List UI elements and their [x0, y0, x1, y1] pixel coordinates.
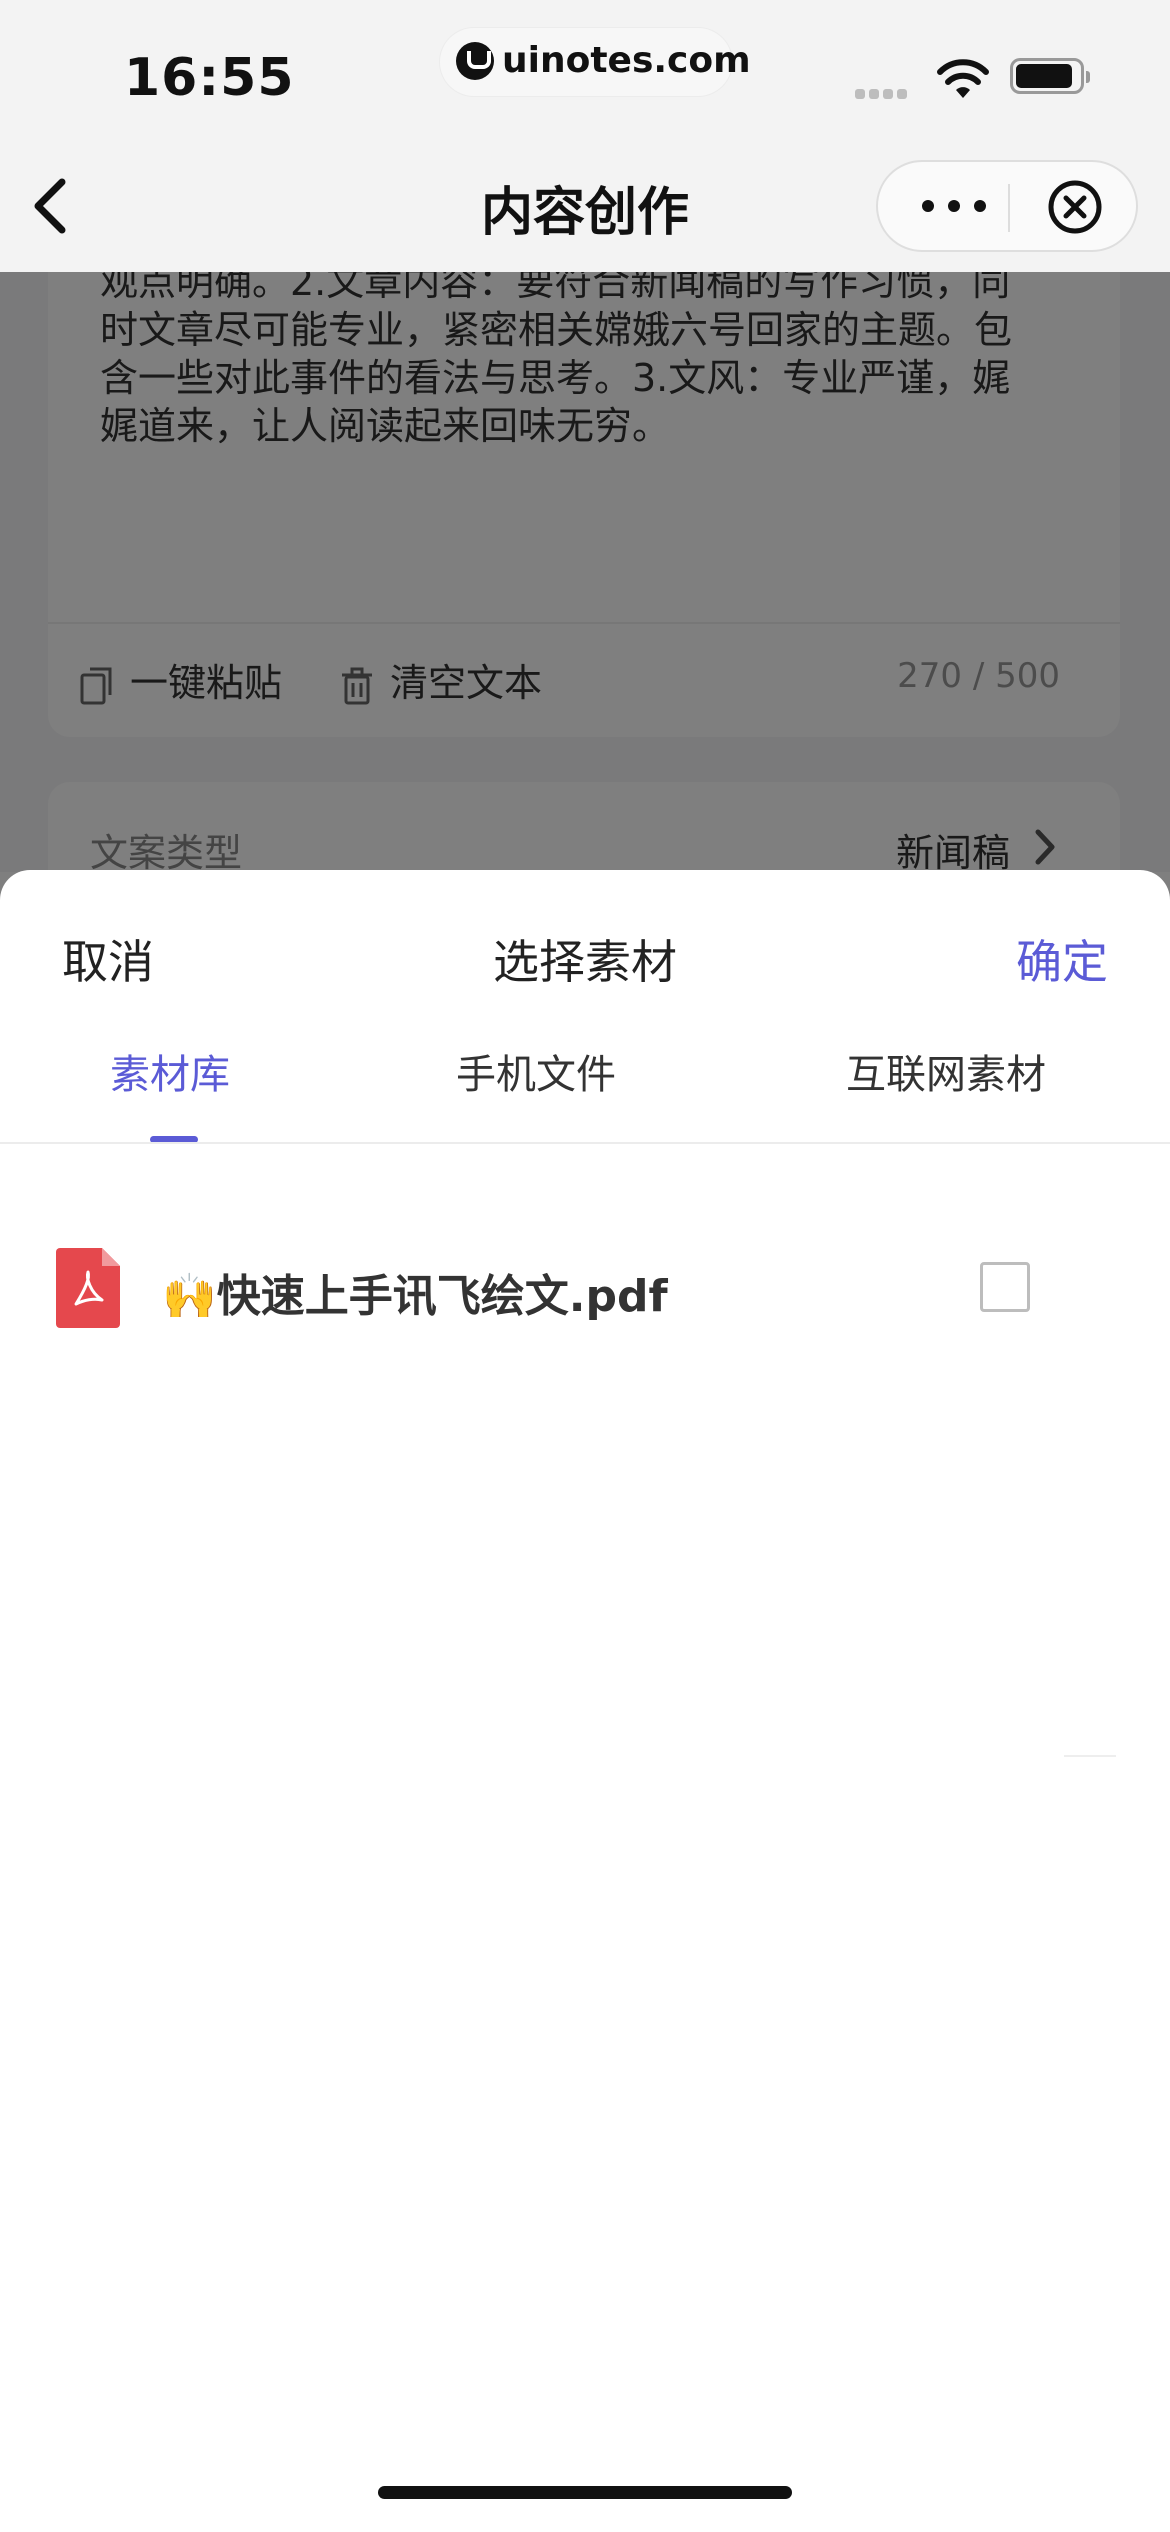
site-logo-icon [456, 42, 494, 80]
divider [1064, 1755, 1116, 1757]
url-text: uinotes.com [502, 40, 751, 81]
confirm-button[interactable]: 确定 [1016, 926, 1108, 992]
file-checkbox[interactable] [980, 1262, 1030, 1312]
home-indicator [378, 2486, 792, 2499]
tab-internet-materials[interactable]: 互联网素材 [846, 1042, 1046, 1100]
battery-icon [1010, 58, 1090, 94]
tab-material-library[interactable]: 素材库 [110, 1042, 230, 1100]
pdf-file-icon [56, 1248, 120, 1328]
status-time: 16:55 [124, 48, 295, 108]
url-pill[interactable]: uinotes.com [440, 28, 751, 96]
close-circle-icon[interactable] [1046, 178, 1104, 236]
tab-phone-files[interactable]: 手机文件 [456, 1042, 616, 1100]
cellular-signal-icon [855, 84, 911, 103]
more-dots-icon[interactable] [914, 184, 994, 228]
wifi-icon [937, 59, 989, 98]
select-material-sheet: 取消 选择素材 确定 素材库 手机文件 互联网素材 🙌快速上手讯飞绘文.pdf [0, 870, 1170, 2532]
mini-program-capsule [876, 160, 1138, 252]
file-name: 🙌快速上手讯飞绘文.pdf [162, 1271, 668, 1322]
list-item[interactable]: 🙌快速上手讯飞绘文.pdf [0, 1248, 1170, 1757]
status-bar: 16:55 uinotes.com [0, 0, 1170, 160]
sheet-title: 选择素材 [493, 935, 677, 989]
capsule-divider [1008, 184, 1010, 232]
divider [0, 1142, 1170, 1144]
